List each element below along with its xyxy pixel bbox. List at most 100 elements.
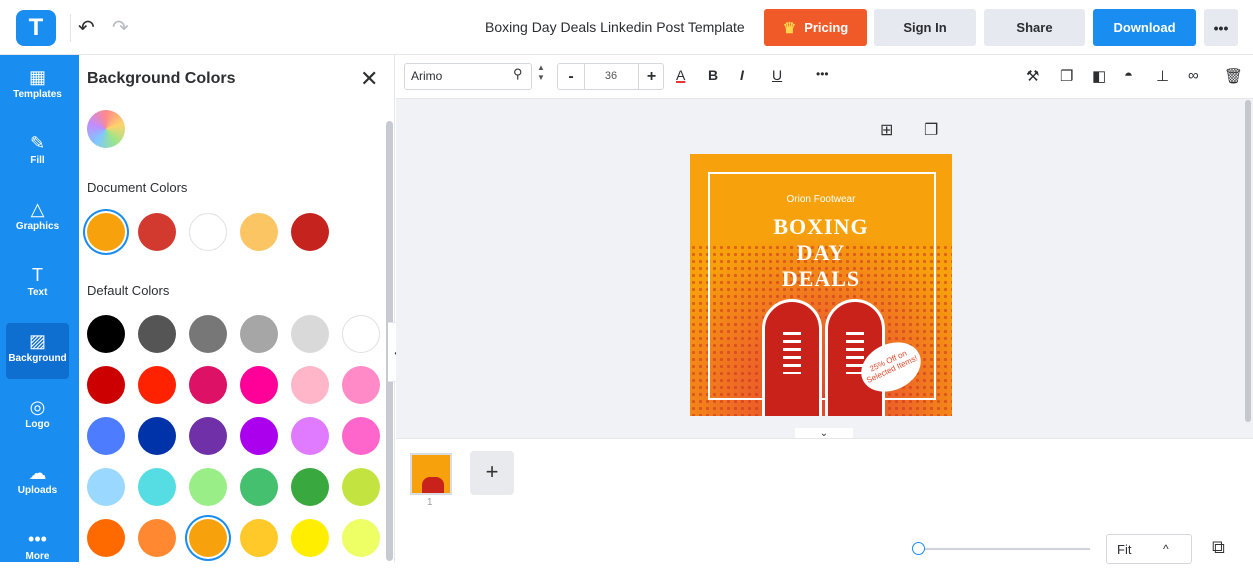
color-picker-swatch[interactable] bbox=[87, 110, 125, 148]
headline-text[interactable]: BOXING DAY DEALS bbox=[690, 214, 952, 292]
design-canvas[interactable]: Orion Footwear BOXING DAY DEALS 25% Off … bbox=[690, 154, 952, 416]
pages-icon[interactable]: ⧉ bbox=[1212, 537, 1225, 558]
default-color-swatch[interactable] bbox=[342, 417, 380, 455]
sidebar-item-label: Templates bbox=[13, 89, 62, 100]
default-color-swatch[interactable] bbox=[342, 519, 380, 557]
font-size-input[interactable]: 36 bbox=[585, 64, 637, 89]
default-color-swatch[interactable] bbox=[138, 366, 176, 404]
pricing-label: Pricing bbox=[804, 20, 849, 35]
underline-icon[interactable]: U bbox=[772, 67, 782, 83]
default-color-swatch[interactable] bbox=[189, 417, 227, 455]
download-button[interactable]: Download bbox=[1093, 9, 1196, 46]
sidebar-item-graphics[interactable]: △ Graphics bbox=[6, 191, 69, 247]
default-color-swatch[interactable] bbox=[240, 468, 278, 506]
opacity-icon[interactable]: ◓ bbox=[1124, 67, 1133, 84]
default-color-swatch[interactable] bbox=[189, 519, 227, 557]
default-color-swatch[interactable] bbox=[189, 315, 227, 353]
default-color-swatch[interactable] bbox=[291, 468, 329, 506]
text-color-icon[interactable]: A bbox=[676, 67, 685, 83]
app-logo[interactable]: T bbox=[16, 10, 56, 46]
pricing-button[interactable]: ♛ Pricing bbox=[764, 9, 867, 46]
document-color-swatch[interactable] bbox=[138, 213, 176, 251]
default-color-swatch[interactable] bbox=[138, 315, 176, 353]
increase-font-size-button[interactable]: + bbox=[638, 64, 664, 89]
default-color-swatch[interactable] bbox=[87, 468, 125, 506]
default-color-swatch[interactable] bbox=[189, 468, 227, 506]
default-color-swatch[interactable] bbox=[189, 366, 227, 404]
pencil-icon: ✎ bbox=[29, 133, 46, 153]
undo-icon[interactable]: ↶ bbox=[78, 15, 95, 40]
default-color-swatch[interactable] bbox=[87, 366, 125, 404]
document-colors-label: Document Colors bbox=[87, 180, 188, 195]
duplicate-page-icon[interactable]: ❐ bbox=[924, 120, 938, 140]
default-color-swatch[interactable] bbox=[138, 417, 176, 455]
sidebar-item-label: Background bbox=[8, 353, 67, 364]
default-color-swatch[interactable] bbox=[291, 366, 329, 404]
left-shoe-image[interactable] bbox=[762, 299, 822, 416]
divider bbox=[70, 14, 71, 42]
add-page-icon[interactable]: ⊞ bbox=[880, 120, 893, 140]
link-icon[interactable]: ∞ bbox=[1188, 67, 1199, 84]
sidebar-item-label: Uploads bbox=[17, 485, 58, 496]
align-icon[interactable]: ⊥ bbox=[1156, 67, 1169, 85]
search-icon[interactable]: ⚲ bbox=[513, 66, 523, 82]
default-color-swatch[interactable] bbox=[291, 417, 329, 455]
sidebar-item-background[interactable]: ▨ Background bbox=[6, 323, 69, 379]
chevron-up-icon[interactable]: ^ bbox=[1163, 542, 1169, 556]
close-icon[interactable]: ✕ bbox=[360, 66, 378, 92]
layer-icon[interactable]: ◧ bbox=[1092, 67, 1106, 85]
more-text-options-icon[interactable]: ••• bbox=[816, 67, 829, 81]
default-color-swatch[interactable] bbox=[240, 315, 278, 353]
default-color-swatch[interactable] bbox=[342, 366, 380, 404]
format-painter-icon[interactable]: ⚒ bbox=[1026, 67, 1039, 85]
sidebar-item-label: Logo bbox=[25, 419, 50, 430]
default-color-swatch[interactable] bbox=[291, 315, 329, 353]
cloud-upload-icon: ☁ bbox=[28, 463, 47, 483]
add-page-button[interactable]: + bbox=[470, 451, 514, 495]
default-color-swatch[interactable] bbox=[87, 519, 125, 557]
italic-icon[interactable]: I bbox=[740, 67, 744, 83]
delete-icon[interactable]: 🗑 bbox=[1224, 67, 1243, 85]
zoom-select[interactable]: Fit bbox=[1106, 534, 1192, 564]
text-toolbar: Arimo ⚲ ▲ ▼ - 36 + A B I U ••• ⚒ ❐ ◧ ◓ ⊥ … bbox=[396, 55, 1253, 99]
font-stepper-icon[interactable]: ▲ ▼ bbox=[537, 63, 545, 83]
sidebar-item-logo[interactable]: ◎ Logo bbox=[6, 389, 69, 445]
document-color-swatch[interactable] bbox=[240, 213, 278, 251]
zoom-slider-handle[interactable] bbox=[912, 542, 925, 555]
sidebar-item-uploads[interactable]: ☁ Uploads bbox=[6, 455, 69, 511]
default-color-swatch[interactable] bbox=[240, 366, 278, 404]
default-color-swatch[interactable] bbox=[291, 519, 329, 557]
more-options-button[interactable]: ••• bbox=[1204, 9, 1238, 46]
zoom-slider[interactable] bbox=[914, 548, 1090, 550]
default-color-swatch[interactable] bbox=[342, 468, 380, 506]
sidebar-item-templates[interactable]: ▦ Templates bbox=[6, 59, 69, 115]
decrease-font-size-button[interactable]: - bbox=[558, 64, 585, 89]
sign-in-button[interactable]: Sign In bbox=[874, 9, 976, 46]
templates-icon: ▦ bbox=[28, 67, 46, 87]
redo-icon[interactable]: ↷ bbox=[112, 15, 129, 40]
duplicate-icon[interactable]: ❐ bbox=[1060, 67, 1073, 85]
canvas-scrollbar[interactable] bbox=[1245, 100, 1251, 422]
document-title[interactable]: Boxing Day Deals Linkedin Post Template bbox=[485, 19, 745, 35]
default-color-swatch[interactable] bbox=[138, 468, 176, 506]
default-color-swatch[interactable] bbox=[87, 315, 125, 353]
sidebar-item-fill[interactable]: ✎ Fill bbox=[6, 125, 69, 181]
document-color-swatch[interactable] bbox=[189, 213, 227, 251]
sidebar-item-more[interactable]: ••• More bbox=[6, 521, 69, 577]
default-color-swatch[interactable] bbox=[342, 315, 380, 353]
sidebar-item-text[interactable]: T Text bbox=[6, 257, 69, 313]
default-color-swatch[interactable] bbox=[240, 519, 278, 557]
crown-icon: ♛ bbox=[782, 19, 797, 37]
document-color-swatch[interactable] bbox=[291, 213, 329, 251]
bold-icon[interactable]: B bbox=[708, 67, 718, 83]
document-color-swatch[interactable] bbox=[87, 213, 125, 251]
brand-text[interactable]: Orion Footwear bbox=[690, 194, 952, 205]
panel-title: Background Colors bbox=[87, 70, 236, 87]
default-color-swatch[interactable] bbox=[240, 417, 278, 455]
default-color-swatch[interactable] bbox=[138, 519, 176, 557]
share-button[interactable]: Share bbox=[984, 9, 1085, 46]
default-color-swatch[interactable] bbox=[87, 417, 125, 455]
canvas-area: ⊞ ❐ Orion Footwear BOXING DAY DEALS 25% … bbox=[396, 99, 1253, 438]
headline-line: DAY bbox=[796, 240, 846, 265]
page-thumbnail[interactable] bbox=[410, 453, 452, 495]
